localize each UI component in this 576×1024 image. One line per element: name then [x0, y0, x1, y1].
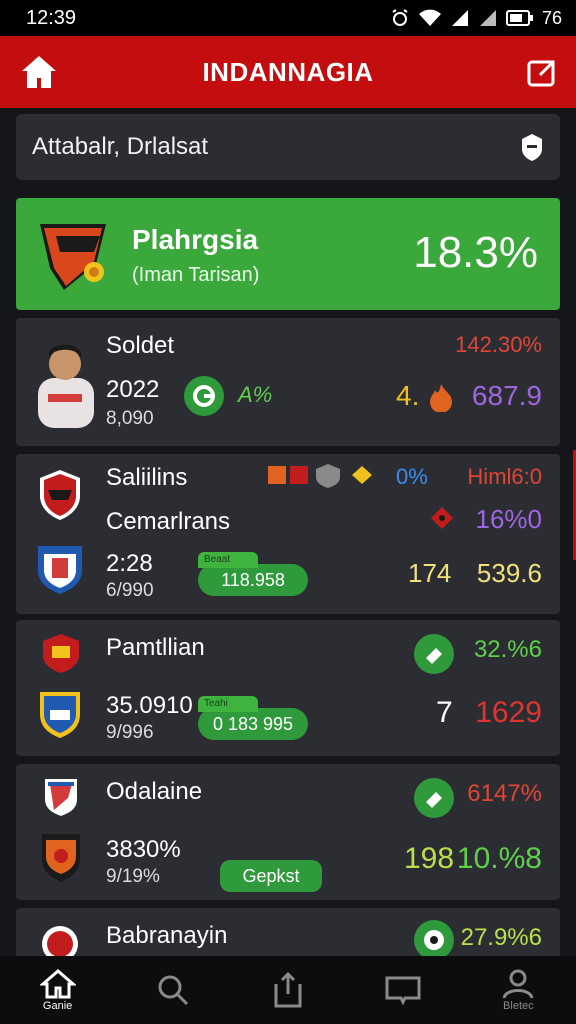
card-name: Saliilins — [106, 464, 188, 491]
card-name: Babranayin — [106, 922, 228, 949]
card-top-pct: 0% — [396, 464, 428, 489]
status-bar: 12:39 76 — [0, 0, 576, 36]
battery-icon — [505, 10, 533, 26]
featured-card[interactable]: Plahrgsia (Iman Tarisan) 18.3% — [16, 198, 560, 310]
home-button-icon[interactable] — [20, 54, 58, 90]
team-crest-icon — [40, 224, 106, 290]
card-sub: 8,090 — [106, 408, 154, 429]
featured-percent: 18.3% — [413, 228, 538, 277]
featured-subtitle: (Iman Tarisan) — [132, 264, 260, 286]
content-area: Attabalr, Drlalsat Plahrgsia (Iman Taris… — [0, 108, 576, 956]
card-top-right: 142.30% — [455, 332, 542, 357]
card-mid-right: 16%0 — [475, 504, 543, 534]
search-text: Attabalr, Drlalsat — [32, 133, 209, 160]
list-item[interactable]: Pamtllian 32.%6 35.0910 9/996 Teahi 0 18… — [16, 620, 560, 756]
card-value: 3830% — [106, 836, 181, 863]
card-top-right: 6147% — [467, 780, 542, 807]
card-sub: 6/990 — [106, 580, 154, 601]
share-icon — [274, 972, 302, 1008]
swap-icon[interactable] — [414, 634, 454, 674]
signal-icon-2 — [479, 10, 496, 26]
nav-search[interactable] — [133, 974, 213, 1006]
stat-pill[interactable]: Gepkst — [220, 860, 322, 892]
pill-value: 0 183 995 — [212, 713, 294, 734]
card-right-a: 7 — [436, 696, 453, 729]
card-value: 2:28 — [106, 550, 153, 577]
pill-tab: Beaat — [198, 552, 258, 568]
flame-icon — [430, 384, 452, 412]
card-right-a: 174 — [408, 558, 452, 588]
app-title: INDANNAGIA — [202, 56, 374, 87]
card-right-b: 687.9 — [471, 380, 542, 411]
club-crest-icon-2 — [42, 834, 80, 882]
status-icons: 76 — [390, 8, 562, 29]
club-crest-icon — [45, 779, 77, 816]
club-crest-icon-2 — [40, 692, 80, 738]
swap-icon[interactable] — [414, 778, 454, 818]
club-crest-icon-2 — [38, 546, 82, 594]
bottom-nav: Ganie Bletec — [0, 956, 576, 1024]
share-icon[interactable] — [526, 56, 558, 88]
diamond-icon — [431, 507, 453, 529]
player-avatar — [38, 344, 94, 428]
card-sub: 9/996 — [106, 722, 154, 743]
battery-text: 76 — [541, 7, 562, 28]
card-right-a: 4. — [396, 380, 420, 411]
nav-share[interactable] — [248, 972, 328, 1008]
card-top-right: Himl6:0 — [467, 464, 542, 489]
card-right-b: 1629 — [475, 696, 542, 729]
nav-book[interactable] — [363, 974, 443, 1006]
profile-icon — [502, 969, 534, 999]
card-value: 35.0910 — [106, 692, 193, 719]
ball-icon[interactable] — [414, 920, 454, 956]
nav-label: Ganie — [42, 1000, 73, 1012]
stat-pill[interactable]: Teahi 0 183 995 — [198, 696, 308, 740]
card-name: Pamtllian — [106, 634, 205, 661]
card-right-b: 10.%8 — [456, 842, 542, 875]
card-sub: 9/19% — [106, 866, 160, 887]
signal-icon — [451, 10, 468, 26]
nav-profile[interactable]: Bletec — [478, 968, 558, 1012]
wifi-icon — [418, 9, 441, 26]
card-name: Soldet — [106, 332, 175, 359]
badge-icons — [268, 464, 372, 488]
app-bar: INDANNAGIA — [0, 36, 576, 108]
alarm-icon — [392, 9, 408, 26]
club-crest-icon — [43, 634, 79, 673]
nav-home[interactable]: Ganie — [18, 968, 98, 1012]
status-time: 12:39 — [26, 6, 77, 29]
card-right-a: 198 — [404, 842, 455, 875]
search-icon — [158, 975, 188, 1006]
book-icon — [385, 976, 421, 1006]
stat-pill[interactable]: Beaat 118.958 — [198, 552, 308, 596]
refresh-icon[interactable] — [184, 376, 224, 416]
card-value: 2022 — [106, 376, 160, 403]
home-icon — [39, 969, 76, 999]
card-name-2: Cemarlrans — [106, 508, 231, 535]
card-name: Odalaine — [106, 778, 203, 805]
nav-label: Bletec — [503, 1000, 534, 1012]
pill-tab: Teahi — [198, 696, 258, 712]
card-top-right: 32.%6 — [473, 636, 542, 663]
list-item[interactable]: Odalaine 6147% 3830% 9/19% Gepkst 198 10… — [16, 764, 560, 900]
list-item[interactable]: Soldet 142.30% 2022 8,090 A% 4. 687.9 — [16, 318, 560, 446]
card-right-b: 539.6 — [476, 558, 542, 588]
pill-value: Gepkst — [242, 865, 300, 886]
card-top-right: 27.9%6 — [460, 924, 542, 951]
shield-icon[interactable] — [520, 132, 544, 162]
club-crest-icon — [40, 470, 80, 520]
card-mid-label: A% — [238, 382, 273, 407]
search-bar[interactable]: Attabalr, Drlalsat — [16, 114, 560, 180]
list-item[interactable]: Saliilins 0% Himl6:0 Cemarlrans 16%0 2:2… — [16, 454, 560, 614]
featured-name: Plahrgsia — [132, 224, 259, 255]
club-crest-icon — [42, 926, 78, 956]
pill-value: 118.958 — [221, 569, 285, 590]
list-item[interactable]: Babranayin 27.9%6 — [16, 908, 560, 956]
